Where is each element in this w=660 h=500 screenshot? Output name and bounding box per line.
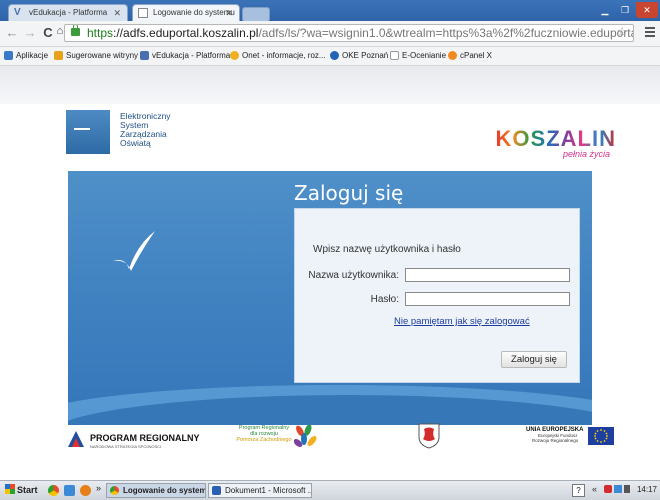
windows-taskbar: Start » Logowanie do system... Dokument1… bbox=[0, 480, 660, 500]
tray-expand-icon[interactable]: « bbox=[592, 484, 597, 494]
new-tab-button[interactable] bbox=[242, 7, 270, 22]
pomorze-zachodnie-logo: Program Regionalny dla rozwoju Pomorza Z… bbox=[234, 425, 324, 447]
taskbar-clock: 14:17 bbox=[636, 485, 657, 494]
lock-icon bbox=[71, 25, 80, 36]
checkmark-icon bbox=[113, 231, 155, 271]
login-panel: Wpisz nazwę użytkownika i hasło Nazwa uż… bbox=[294, 208, 580, 383]
koszalin-logo: KOSZALIN pełnia życia bbox=[496, 126, 616, 159]
username-input[interactable] bbox=[405, 268, 570, 282]
tab-vedukacja[interactable]: V vEdukacja - Platforma ✕ bbox=[8, 4, 128, 21]
bookmark-star-icon[interactable]: ☆ bbox=[616, 25, 628, 40]
pomorze-line3: Pomorza Zachodniego bbox=[236, 437, 292, 443]
quick-launch-explorer-icon[interactable] bbox=[64, 485, 75, 496]
username-label: Nazwa użytkownika: bbox=[308, 270, 399, 281]
address-bar[interactable]: https://adfs.eduportal.koszalin.pl/adfs/… bbox=[64, 24, 634, 42]
forgot-login-link[interactable]: Nie pamiętam jak się zalogować bbox=[394, 316, 530, 327]
tab-label: vEdukacja - Platforma bbox=[29, 8, 108, 17]
start-button[interactable]: Start bbox=[2, 483, 38, 498]
bookmark-onet[interactable]: Onet - informacje, roz... bbox=[230, 51, 326, 60]
tray-network-icon bbox=[614, 485, 622, 493]
eszo-logo-icon bbox=[66, 110, 110, 154]
sign-in-button[interactable]: Zaloguj się bbox=[501, 351, 567, 368]
browser-toolbar: ← → C ⌂ https://adfs.eduportal.koszalin.… bbox=[0, 21, 660, 47]
tab-logowanie[interactable]: Logowanie do systemu e-Szk ✕ bbox=[132, 4, 240, 33]
leaf-graphic-icon bbox=[294, 425, 317, 447]
help-icon[interactable]: ? bbox=[572, 484, 585, 497]
close-tab-icon[interactable]: ✕ bbox=[225, 5, 233, 21]
close-tab-icon[interactable]: ✕ bbox=[113, 5, 121, 21]
page-favicon-icon bbox=[138, 8, 148, 18]
chrome-icon bbox=[110, 486, 119, 495]
password-label: Hasło: bbox=[370, 294, 399, 305]
quick-launch-chrome-icon[interactable] bbox=[48, 485, 59, 496]
tray-volume-icon bbox=[624, 485, 630, 493]
forward-icon[interactable]: → bbox=[22, 25, 38, 40]
eu-logo: UNIA EUROPEJSKA Europejski Fundusz Rozwo… bbox=[526, 427, 616, 445]
vedukacja-icon bbox=[140, 51, 149, 60]
url-host: ://adfs.eduportal.koszalin.pl bbox=[113, 26, 259, 40]
taskbar-item-chrome[interactable]: Logowanie do system... bbox=[106, 483, 206, 498]
minimize-icon[interactable]: ▁ bbox=[596, 2, 614, 18]
eu-flag-icon bbox=[588, 427, 614, 445]
page-footer: PROGRAM REGIONALNY NARODOWA STRATEGIA SP… bbox=[66, 421, 616, 469]
vedukacja-favicon-icon: V bbox=[14, 7, 21, 18]
bookmark-apps[interactable]: Aplikacje bbox=[4, 51, 48, 60]
page-content: Elektroniczny System Zarządzania Oświatą… bbox=[0, 66, 660, 480]
program-regionalny-subtitle: NARODOWA STRATEGIA SPÓJNOŚCI bbox=[90, 444, 162, 449]
apps-icon bbox=[4, 51, 13, 60]
bookmark-eocenianie[interactable]: E-Ocenianie bbox=[390, 51, 446, 60]
close-window-icon[interactable]: ✕ bbox=[636, 2, 658, 18]
bookmark-cpanel[interactable]: cPanel X bbox=[448, 51, 492, 60]
tray-antivirus-icon bbox=[604, 485, 612, 493]
bookmark-oke[interactable]: OKE Poznań bbox=[330, 51, 388, 60]
page-icon bbox=[390, 51, 399, 60]
bookmark-vedukacja[interactable]: vEdukacja - Platforma bbox=[140, 51, 230, 60]
quick-launch-more-icon[interactable]: » bbox=[96, 483, 101, 493]
page-top-band bbox=[0, 66, 660, 104]
password-input[interactable] bbox=[405, 292, 570, 306]
cpanel-icon bbox=[448, 51, 457, 60]
onet-icon bbox=[230, 51, 239, 60]
coat-of-arms-logo bbox=[418, 423, 440, 452]
bookmarks-bar: Aplikacje Sugerowane witryny vEdukacja -… bbox=[0, 47, 660, 66]
bookmark-suggested[interactable]: Sugerowane witryny bbox=[54, 51, 138, 60]
quick-launch-firefox-icon[interactable] bbox=[80, 485, 91, 496]
taskbar-item-word[interactable]: Dokument1 - Microsoft ... bbox=[208, 483, 312, 498]
oke-icon bbox=[330, 51, 339, 60]
menu-icon[interactable] bbox=[645, 27, 655, 38]
word-icon bbox=[212, 486, 221, 495]
coat-of-arms-icon bbox=[418, 423, 440, 449]
eszo-title: Elektroniczny System Zarządzania Oświatą bbox=[120, 111, 171, 148]
windows-flag-icon bbox=[5, 484, 15, 494]
url-path: /adfs/ls/?wa=wsignin1.0&wtrealm=https%3a… bbox=[258, 26, 633, 40]
program-regionalny-title: PROGRAM REGIONALNY bbox=[90, 433, 200, 443]
suggested-sites-icon bbox=[54, 51, 63, 60]
back-icon[interactable]: ← bbox=[4, 25, 20, 40]
login-title: Zaloguj się bbox=[294, 181, 404, 205]
login-banner: Zaloguj się Wpisz nazwę użytkownika i ha… bbox=[68, 171, 592, 425]
login-instruction: Wpisz nazwę użytkownika i hasło bbox=[313, 244, 461, 255]
url-scheme: https bbox=[87, 26, 114, 40]
page-header: Elektroniczny System Zarządzania Oświatą… bbox=[66, 106, 616, 168]
browser-titlebar: V vEdukacja - Platforma ✕ Logowanie do s… bbox=[0, 0, 660, 33]
restore-icon[interactable]: ❐ bbox=[616, 2, 634, 18]
nss-logo-icon bbox=[66, 429, 86, 449]
